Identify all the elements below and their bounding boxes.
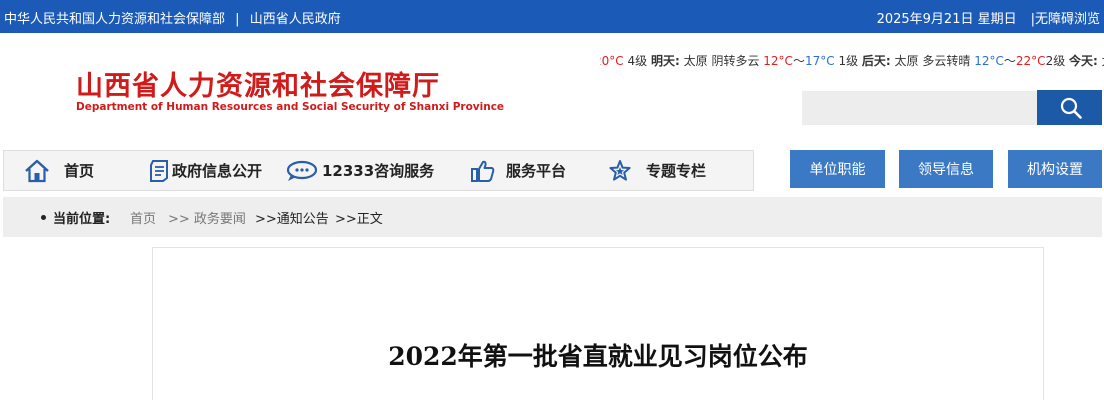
nav-label: 服务平台	[506, 162, 567, 180]
nav-item-home[interactable]: 首页	[24, 151, 94, 190]
nav-label: 首页	[64, 162, 95, 180]
article-container: 2022年第一批省直就业见习岗位公布	[152, 247, 1044, 400]
weather-condition: 多云转晴	[922, 54, 971, 68]
thumbs-up-icon	[471, 160, 495, 182]
weather-sep: ～	[792, 54, 805, 68]
breadcrumb-news[interactable]: >> 政务要闻	[168, 208, 246, 227]
leadership-info-button[interactable]: 领导信息	[899, 150, 993, 188]
search-icon	[1060, 97, 1082, 119]
document-icon	[150, 159, 168, 182]
chat-icon	[286, 160, 318, 181]
weather-temp: 12°C	[974, 54, 1004, 68]
org-structure-button[interactable]: 机构设置	[1008, 150, 1102, 188]
nav-item-topics[interactable]: 专题专栏	[608, 151, 706, 190]
weather-temp: 20°C	[600, 54, 624, 68]
top-separator: |	[235, 12, 240, 27]
weather-wind: 2级	[1045, 54, 1066, 68]
breadcrumb-label: 当前位置:	[53, 212, 111, 227]
top-right: 2025年9月21日 星期日 |无障碍浏览	[877, 8, 1100, 27]
weather-temp: 22°C	[1015, 54, 1046, 68]
breadcrumb-notices[interactable]: >>通知公告	[255, 208, 329, 227]
weather-ticker: 20°C 4级 明天: 太原 阴转多云 12°C～17°C 1级 后天: 太原 …	[600, 52, 1104, 70]
nav-label: 专题专栏	[646, 162, 707, 180]
site-logo-title[interactable]: 山西省人力资源和社会保障厅	[76, 64, 440, 103]
article-title: 2022年第一批省直就业见习岗位公布	[388, 342, 808, 371]
nav-label: 12333咨询服务	[322, 162, 435, 180]
nav-item-12333[interactable]: 12333咨询服务	[286, 151, 434, 190]
bullet-icon	[41, 215, 46, 220]
current-date: 2025年9月21日 星期日	[876, 12, 1017, 27]
mohrss-link[interactable]: 中华人民共和国人力资源和社会保障部	[4, 12, 225, 27]
weather-sep: ～	[1003, 54, 1016, 68]
weather-condition: 阴转多云	[711, 54, 760, 68]
shanxi-gov-link[interactable]: 山西省人民政府	[250, 12, 341, 27]
weather-city: 太原	[683, 54, 708, 68]
star-icon	[609, 159, 631, 181]
weather-day-label: 今天:	[1069, 54, 1098, 68]
breadcrumb-home[interactable]: 首页	[130, 208, 156, 227]
nav-label: 政府信息公开	[172, 162, 263, 180]
weather-day-label: 后天:	[861, 54, 891, 68]
weather-wind: 4级	[627, 54, 648, 68]
breadcrumb-current: >>正文	[335, 212, 383, 227]
home-icon	[25, 159, 49, 182]
weather-wind: 1级	[838, 54, 859, 68]
nav-item-gov-info[interactable]: 政府信息公开	[148, 151, 262, 190]
nav-item-service[interactable]: 服务平台	[470, 151, 566, 190]
top-links: 中华人民共和国人力资源和社会保障部 | 山西省人民政府	[4, 8, 341, 27]
search-button[interactable]	[1037, 90, 1102, 125]
accessibility-link[interactable]: |无障碍浏览	[1031, 12, 1100, 27]
search-input[interactable]	[802, 91, 1038, 125]
unit-functions-button[interactable]: 单位职能	[790, 150, 885, 188]
site-logo-subtitle: Department of Human Resources and Social…	[76, 101, 505, 113]
top-bar: 中华人民共和国人力资源和社会保障部 | 山西省人民政府 2025年9月21日 星…	[0, 0, 1104, 33]
main-nav: 首页 政府信息公开 12333咨询服务 服务平台 专题专栏	[3, 150, 754, 191]
breadcrumb: 当前位置: 首页 >> 政务要闻 >>通知公告 >>正文	[3, 197, 1102, 237]
weather-city: 太原	[894, 54, 919, 68]
weather-temp: 12°C	[763, 54, 793, 68]
weather-temp: 17°C	[804, 54, 835, 68]
weather-day-label: 明天:	[650, 54, 680, 68]
